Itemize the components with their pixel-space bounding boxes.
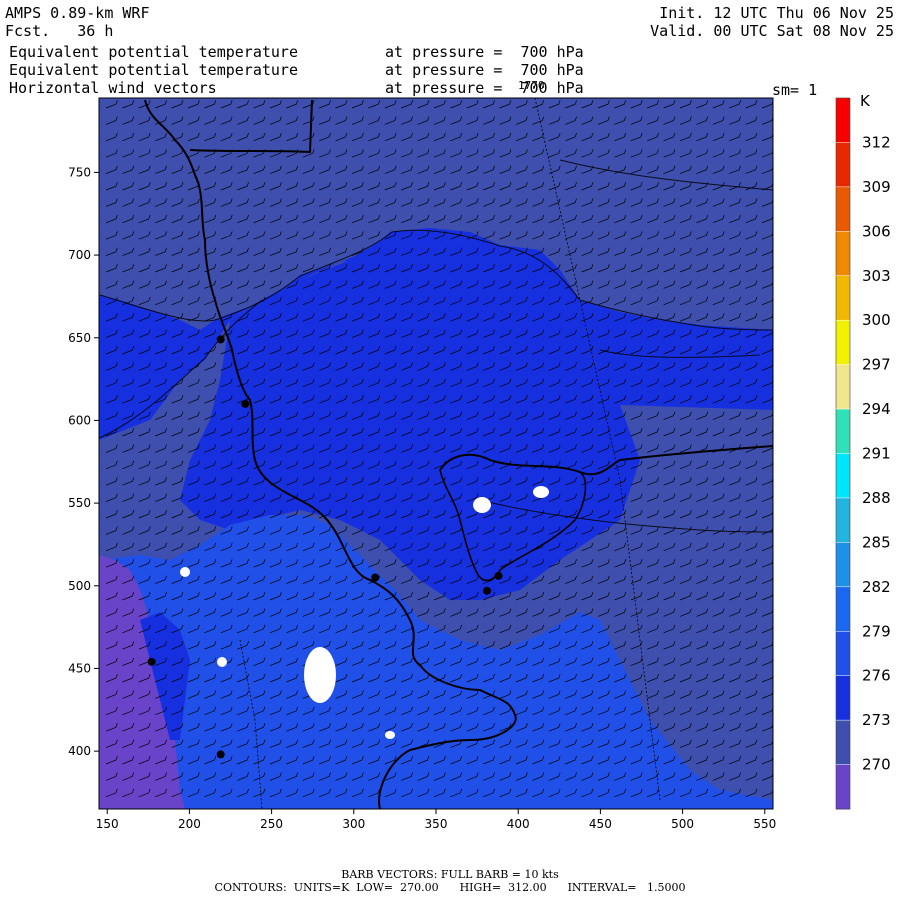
- colorbar-swatch: [836, 409, 850, 454]
- chart: 150 200 250 300 350 400 450 500 550 400 450 500 550…: [68, 92, 891, 831]
- colorbar: K 270 273 276 279 282 285 288 291 294 297 300 303 306…: [835, 92, 891, 810]
- station-dot: [147, 657, 156, 666]
- colorbar-label: 312: [862, 133, 891, 151]
- colorbar-unit: K: [860, 92, 871, 110]
- missing-patch: [533, 486, 549, 498]
- colorbar-label: 309: [862, 178, 891, 196]
- missing-patch: [217, 657, 227, 667]
- colorbar-label: 306: [862, 222, 891, 240]
- station-dot: [482, 586, 491, 595]
- colorbar-label: 282: [862, 578, 891, 596]
- station-dot: [241, 399, 250, 408]
- colorbar-label: 276: [862, 667, 891, 685]
- station-dot: [494, 571, 503, 580]
- colorbar-label: 303: [862, 267, 891, 285]
- colorbar-swatch: [836, 142, 850, 188]
- y-tick-label: 600: [68, 413, 91, 427]
- x-tick-label: 150: [96, 817, 119, 831]
- y-tick-label: 550: [68, 496, 91, 510]
- y-tick-label: 500: [68, 579, 91, 593]
- colorbar-label: 291: [862, 445, 891, 463]
- x-tick-label: 300: [342, 817, 365, 831]
- missing-patch: [180, 567, 190, 577]
- y-tick-label: 750: [68, 165, 91, 179]
- colorbar-swatch: [836, 764, 850, 810]
- colorbar-swatch: [836, 720, 850, 766]
- missing-patch: [304, 647, 336, 703]
- colorbar-label: 294: [862, 400, 891, 418]
- x-tick-label: 200: [178, 817, 201, 831]
- colorbar-swatch: [836, 231, 850, 277]
- missing-patch: [385, 731, 395, 739]
- colorbar-label: 288: [862, 489, 891, 507]
- contour-legend: CONTOURS: UNITS=K LOW= 270.00 HIGH= 312.…: [214, 881, 686, 894]
- missing-patch: [473, 497, 491, 513]
- y-axis: 400 450 500 550 600 650 700 750: [68, 165, 99, 758]
- y-tick-label: 400: [68, 744, 91, 758]
- x-tick-label: 250: [260, 817, 283, 831]
- y-tick-label: 650: [68, 331, 91, 345]
- station-dot: [216, 750, 225, 759]
- colorbar-swatch: [836, 320, 850, 366]
- colorbar-label: 297: [862, 356, 891, 374]
- x-axis: 150 200 250 300 350 400 450 500 550: [96, 809, 776, 831]
- colorbar-swatch: [836, 542, 850, 588]
- colorbar-swatch: [836, 497, 850, 543]
- station-dot: [216, 335, 225, 344]
- x-tick-label: 400: [507, 817, 530, 831]
- x-tick-label: 550: [753, 817, 776, 831]
- colorbar-label: 270: [862, 756, 891, 774]
- colorbar-swatch: [836, 186, 850, 232]
- station-dot: [371, 573, 380, 582]
- x-tick-label: 350: [425, 817, 448, 831]
- barb-legend: BARB VECTORS: FULL BARB = 10 kts: [341, 868, 559, 881]
- colorbar-label: 279: [862, 622, 891, 640]
- x-tick-label: 500: [671, 817, 694, 831]
- colorbar-swatch: [836, 586, 850, 632]
- x-tick-label: 450: [589, 817, 612, 831]
- colorbar-label: 300: [862, 311, 891, 329]
- colorbar-swatch: [836, 364, 850, 410]
- colorbar-label: 285: [862, 533, 891, 551]
- colorbar-swatch: [836, 453, 850, 499]
- colorbar-swatch: [836, 631, 850, 677]
- colorbar-swatch: [836, 98, 850, 143]
- y-tick-label: 700: [68, 248, 91, 262]
- colorbar-label: 273: [862, 711, 891, 729]
- colorbar-swatch: [836, 275, 850, 321]
- colorbar-swatch: [836, 675, 850, 721]
- y-tick-label: 450: [68, 661, 91, 675]
